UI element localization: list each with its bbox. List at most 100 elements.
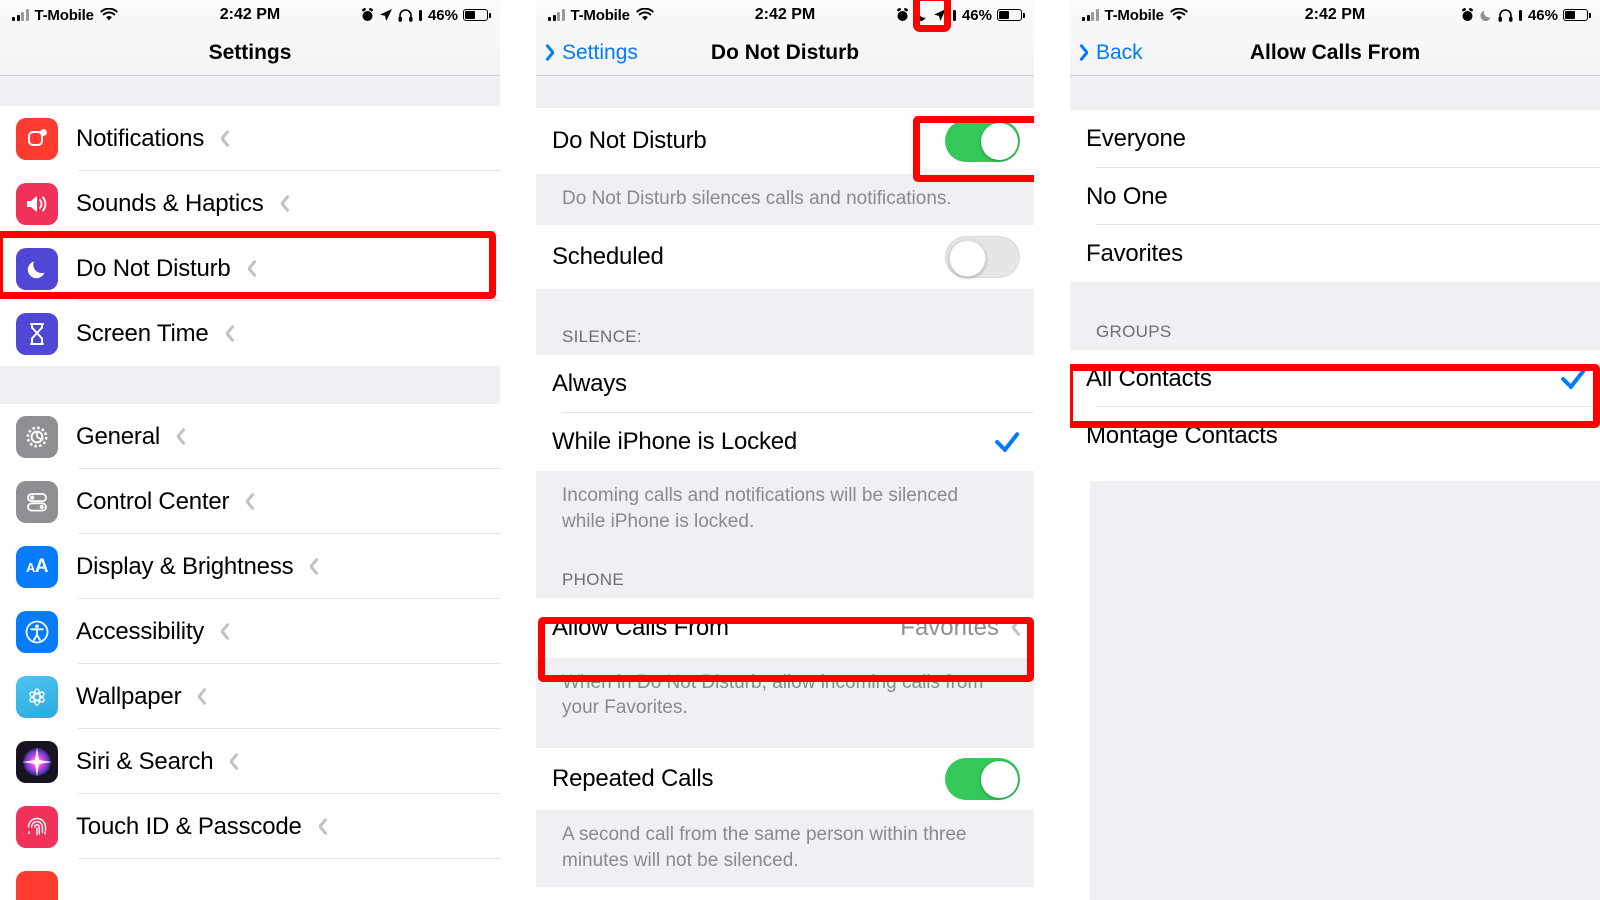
page-title: Settings	[208, 40, 292, 64]
sidebar-item-label: Sounds & Haptics	[76, 189, 264, 217]
silence-note: Incoming calls and notifications will be…	[536, 471, 1034, 564]
allow-calls-group: Allow Calls From Favorites	[536, 597, 1034, 658]
sidebar-item-control-center[interactable]: Control Center	[0, 469, 500, 534]
option-favorites[interactable]: Favorites	[1070, 225, 1600, 282]
scheduled-toggle[interactable]	[945, 236, 1020, 279]
silence-option-while-locked[interactable]: While iPhone is Locked	[536, 413, 1034, 472]
chevron-right-icon	[307, 557, 318, 577]
sidebar-item-label: Wallpaper	[76, 682, 182, 710]
battery-percent-label: 46%	[961, 6, 992, 24]
list-top-gap	[536, 76, 1034, 108]
battery-percent-label: 46%	[427, 6, 458, 24]
sidebar-item-accessibility[interactable]: Accessibility	[0, 599, 500, 664]
do-not-disturb-icon	[16, 247, 58, 290]
settings-group-2: General Control Center AA Display & Brig…	[0, 404, 500, 900]
row-label: Scheduled	[552, 243, 664, 271]
allow-calls-from-row[interactable]: Allow Calls From Favorites	[536, 597, 1034, 658]
dnd-toggle-group: Do Not Disturb	[536, 108, 1034, 174]
do-not-disturb-row[interactable]: Do Not Disturb	[536, 108, 1034, 174]
headphones-icon	[1498, 8, 1513, 22]
row-label: All Contacts	[1086, 364, 1212, 392]
sidebar-item-label: General	[76, 422, 160, 450]
back-button[interactable]: Settings	[548, 41, 638, 65]
sidebar-item-notifications[interactable]: Notifications	[0, 106, 500, 171]
silence-option-always[interactable]: Always	[536, 355, 1034, 414]
chevron-right-icon	[1009, 618, 1020, 638]
status-bar-right: 46%	[896, 6, 1025, 24]
option-no-one[interactable]: No One	[1070, 168, 1600, 225]
group-divider-gap	[1070, 282, 1600, 316]
repeated-calls-toggle[interactable]	[945, 758, 1020, 801]
sidebar-item-touch-id-passcode[interactable]: Touch ID & Passcode	[0, 794, 500, 859]
display-brightness-icon: AA	[16, 545, 58, 588]
settings-nav-bar: Settings	[0, 30, 500, 76]
headphones-icon	[398, 8, 413, 22]
status-bar: T-Mobile 2:42 PM 46%	[1070, 0, 1600, 30]
sidebar-item-sounds-haptics[interactable]: Sounds & Haptics	[0, 171, 500, 236]
battery-bar-icon	[1518, 9, 1522, 21]
battery-icon	[1563, 9, 1591, 21]
groups-section-header: GROUPS	[1070, 316, 1600, 350]
allow-calls-nav-bar: Back Allow Calls From	[1070, 30, 1600, 76]
sidebar-item-label: Control Center	[76, 487, 230, 515]
allow-calls-from-value: Favorites	[900, 613, 999, 641]
call-source-options-group: Everyone No One Favorites	[1070, 110, 1600, 282]
page-title: Allow Calls From	[1249, 40, 1421, 64]
sidebar-item-siri-search[interactable]: Siri & Search	[0, 729, 500, 794]
allow-calls-note: When in Do Not Disturb, allow incoming c…	[536, 657, 1034, 749]
repeated-calls-row[interactable]: Repeated Calls	[536, 748, 1034, 811]
silence-section-header: SILENCE:	[536, 321, 1034, 356]
battery-percent-label: 46%	[1527, 6, 1558, 24]
touch-id-icon	[16, 805, 58, 848]
siri-search-icon	[16, 740, 58, 783]
accessibility-icon	[16, 610, 58, 653]
chevron-right-icon	[245, 259, 256, 279]
group-montage-contacts[interactable]: Montage Contacts	[1070, 407, 1600, 464]
back-button-label: Back	[1096, 40, 1143, 64]
notifications-icon	[16, 117, 58, 160]
list-top-gap	[0, 76, 500, 106]
row-label: Everyone	[1086, 125, 1186, 152]
sidebar-item-display-brightness[interactable]: AA Display & Brightness	[0, 534, 500, 599]
chevron-right-icon	[223, 324, 234, 344]
sidebar-item-label: Touch ID & Passcode	[76, 812, 302, 840]
moon-icon	[1480, 10, 1491, 21]
row-label: While iPhone is Locked	[552, 428, 798, 456]
row-label: Do Not Disturb	[552, 127, 707, 154]
row-label: No One	[1086, 182, 1168, 210]
option-everyone[interactable]: Everyone	[1070, 110, 1600, 168]
alarm-clock-icon	[362, 8, 373, 21]
sidebar-item-general[interactable]: General	[0, 404, 500, 469]
sidebar-item-partial[interactable]	[0, 859, 500, 900]
row-label: Favorites	[1086, 239, 1183, 267]
group-divider-gap	[0, 366, 500, 404]
back-button[interactable]: Back	[1082, 41, 1143, 65]
do-not-disturb-screen: T-Mobile 2:42 PM 46% Settings Do Not Dis…	[536, 0, 1034, 900]
sidebar-item-label: Display & Brightness	[76, 552, 294, 580]
checkmark-icon	[1560, 366, 1586, 392]
location-arrow-icon	[379, 9, 392, 21]
screen-time-icon	[16, 312, 58, 355]
group-divider-gap	[536, 289, 1034, 322]
status-bar: T-Mobile 2:42 PM 46%	[536, 0, 1034, 30]
settings-group-1: Notifications Sounds & Haptics Do Not Di…	[0, 106, 500, 366]
scheduled-row[interactable]: Scheduled	[536, 225, 1034, 290]
group-all-contacts[interactable]: All Contacts	[1070, 350, 1600, 407]
chevron-right-icon	[195, 687, 206, 707]
screenshot-stage: T-Mobile 2:42 PM 46% Settings Notificati…	[0, 0, 1600, 900]
alarm-clock-icon	[1462, 8, 1473, 21]
sidebar-item-wallpaper[interactable]: Wallpaper	[0, 664, 500, 729]
battery-icon	[463, 9, 491, 21]
dnd-note: Do Not Disturb silences calls and notifi…	[536, 174, 1034, 226]
chevron-right-icon	[174, 427, 185, 447]
checkmark-icon	[994, 429, 1020, 455]
status-bar: T-Mobile 2:42 PM 46%	[0, 0, 500, 30]
chevron-right-icon	[316, 817, 327, 837]
sidebar-item-do-not-disturb[interactable]: Do Not Disturb	[0, 236, 500, 301]
do-not-disturb-toggle[interactable]	[945, 120, 1020, 162]
control-center-icon	[16, 480, 58, 523]
silence-options-group: Always While iPhone is Locked	[536, 355, 1034, 472]
sidebar-item-label: Do Not Disturb	[76, 254, 231, 282]
contact-groups-list: All Contacts Montage Contacts	[1070, 350, 1600, 464]
sidebar-item-screen-time[interactable]: Screen Time	[0, 301, 500, 366]
